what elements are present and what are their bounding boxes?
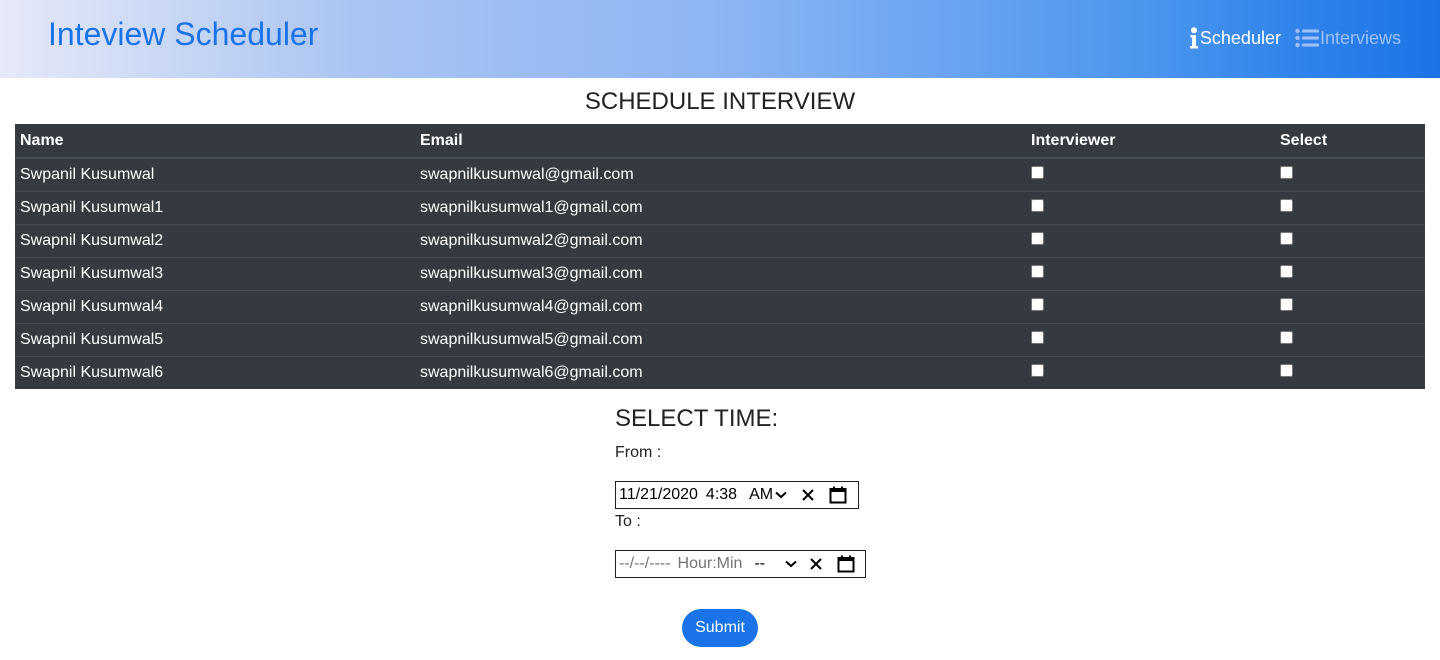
from-month[interactable]: 11 [619, 486, 636, 504]
row-email: swapnilkusumwal3@gmail.com [415, 257, 1026, 291]
interviewer-checkbox[interactable] [1031, 232, 1044, 245]
to-year[interactable]: ---- [649, 555, 670, 573]
info-icon [1189, 27, 1199, 49]
row-email: swapnilkusumwal2@gmail.com [415, 224, 1026, 258]
to-ampm-value: -- [754, 555, 766, 572]
from-label: From : [615, 444, 662, 461]
select-checkbox[interactable] [1280, 199, 1293, 212]
to-datetime-input[interactable]: -- / -- / ---- Hour: Min -- [615, 550, 866, 578]
chevron-down-icon [775, 491, 787, 499]
to-calendar-icon[interactable] [837, 555, 855, 573]
row-email: swapnilkusumwal6@gmail.com [415, 356, 1026, 389]
select-checkbox[interactable] [1280, 298, 1293, 311]
row-email: swapnilkusumwal5@gmail.com [415, 323, 1026, 357]
submit-button[interactable]: Submit [682, 609, 758, 647]
nav-scheduler-label: Scheduler [1199, 27, 1281, 48]
table-row: Swapnil Kusumwal4 swapnilkusumwal4@gmail… [15, 290, 1425, 324]
nav-interviews[interactable]: Interviews [1295, 28, 1401, 49]
row-name: Swpanil Kusumwal1 [15, 191, 415, 225]
column-header-select: Select [1275, 124, 1425, 159]
column-header-name: Name [15, 124, 415, 159]
select-checkbox[interactable] [1280, 166, 1293, 179]
interviewer-checkbox[interactable] [1031, 298, 1044, 311]
row-email: swapnilkusumwal1@gmail.com [415, 191, 1026, 225]
page-title: SCHEDULE INTERVIEW [584, 88, 856, 115]
from-hour[interactable]: 4 [706, 486, 715, 504]
table-row: Swapnil Kusumwal6 swapnilkusumwal6@gmail… [15, 356, 1425, 389]
row-name: Swpanil Kusumwal [20, 166, 155, 183]
from-ampm-select[interactable]: AM [749, 486, 787, 504]
row-email: swapnilkusumwal@gmail.com [420, 166, 634, 183]
table-row: Swapnil Kusumwal2 swapnilkusumwal2@gmail… [15, 224, 1425, 258]
table-row: Swpanil Kusumwal swapnilkusumwal@gmail.c… [15, 158, 1425, 192]
interviewer-checkbox[interactable] [1031, 331, 1044, 344]
from-day[interactable]: 21 [640, 486, 658, 504]
to-ampm-select[interactable]: -- [754, 555, 797, 573]
select-checkbox[interactable] [1280, 265, 1293, 278]
from-datetime-input[interactable]: 11/21/2020 4:38 AM [615, 481, 859, 509]
column-header-interviewer: Interviewer [1026, 124, 1275, 159]
time-title: SELECT TIME: [615, 405, 779, 432]
to-label: To : [615, 513, 641, 530]
select-checkbox[interactable] [1280, 232, 1293, 245]
row-email: swapnilkusumwal4@gmail.com [415, 290, 1026, 324]
to-day[interactable]: -- [634, 555, 645, 573]
users-table: Name Email Interviewer Select Swpanil Ku… [15, 124, 1425, 389]
column-header-email: Email [415, 124, 1026, 159]
table-row: Swapnil Kusumwal5 swapnilkusumwal5@gmail… [15, 323, 1425, 357]
list-icon [1295, 28, 1319, 48]
time-section: SELECT TIME: [615, 405, 778, 433]
interviewer-checkbox[interactable] [1031, 199, 1044, 212]
app-header: Inteview Scheduler Scheduler Interviews [0, 0, 1440, 78]
from-clear-icon[interactable] [801, 488, 815, 502]
row-name: Swapnil Kusumwal4 [15, 290, 415, 324]
from-minute[interactable]: 38 [719, 486, 737, 504]
interviewer-checkbox[interactable] [1031, 265, 1044, 278]
select-checkbox[interactable] [1280, 364, 1293, 377]
to-minute[interactable]: Min [717, 555, 743, 573]
interviewer-checkbox[interactable] [1031, 166, 1044, 179]
table-header-row: Name Email Interviewer Select [15, 124, 1425, 159]
select-checkbox[interactable] [1280, 331, 1293, 344]
to-month[interactable]: -- [619, 555, 630, 573]
table-row: Swpanil Kusumwal1 swapnilkusumwal1@gmail… [15, 191, 1425, 225]
nav-scheduler[interactable]: Scheduler [1189, 27, 1281, 49]
from-ampm-value: AM [749, 486, 774, 503]
row-name: Swapnil Kusumwal3 [15, 257, 415, 291]
brand-title[interactable]: Inteview Scheduler [48, 16, 318, 53]
row-name: Swapnil Kusumwal5 [15, 323, 415, 357]
from-calendar-icon[interactable] [829, 486, 847, 504]
row-name: Swapnil Kusumwal2 [15, 224, 415, 258]
table-row: Swapnil Kusumwal3 swapnilkusumwal3@gmail… [15, 257, 1425, 291]
to-hour[interactable]: Hour [678, 555, 713, 573]
to-clear-icon[interactable] [809, 557, 823, 571]
nav-interviews-label: Interviews [1319, 27, 1401, 48]
from-year[interactable]: 2020 [662, 486, 698, 504]
interviewer-checkbox[interactable] [1031, 364, 1044, 377]
row-name: Swapnil Kusumwal6 [15, 356, 415, 389]
main-nav: Scheduler Interviews [1189, 27, 1401, 49]
chevron-down-icon [785, 560, 797, 568]
